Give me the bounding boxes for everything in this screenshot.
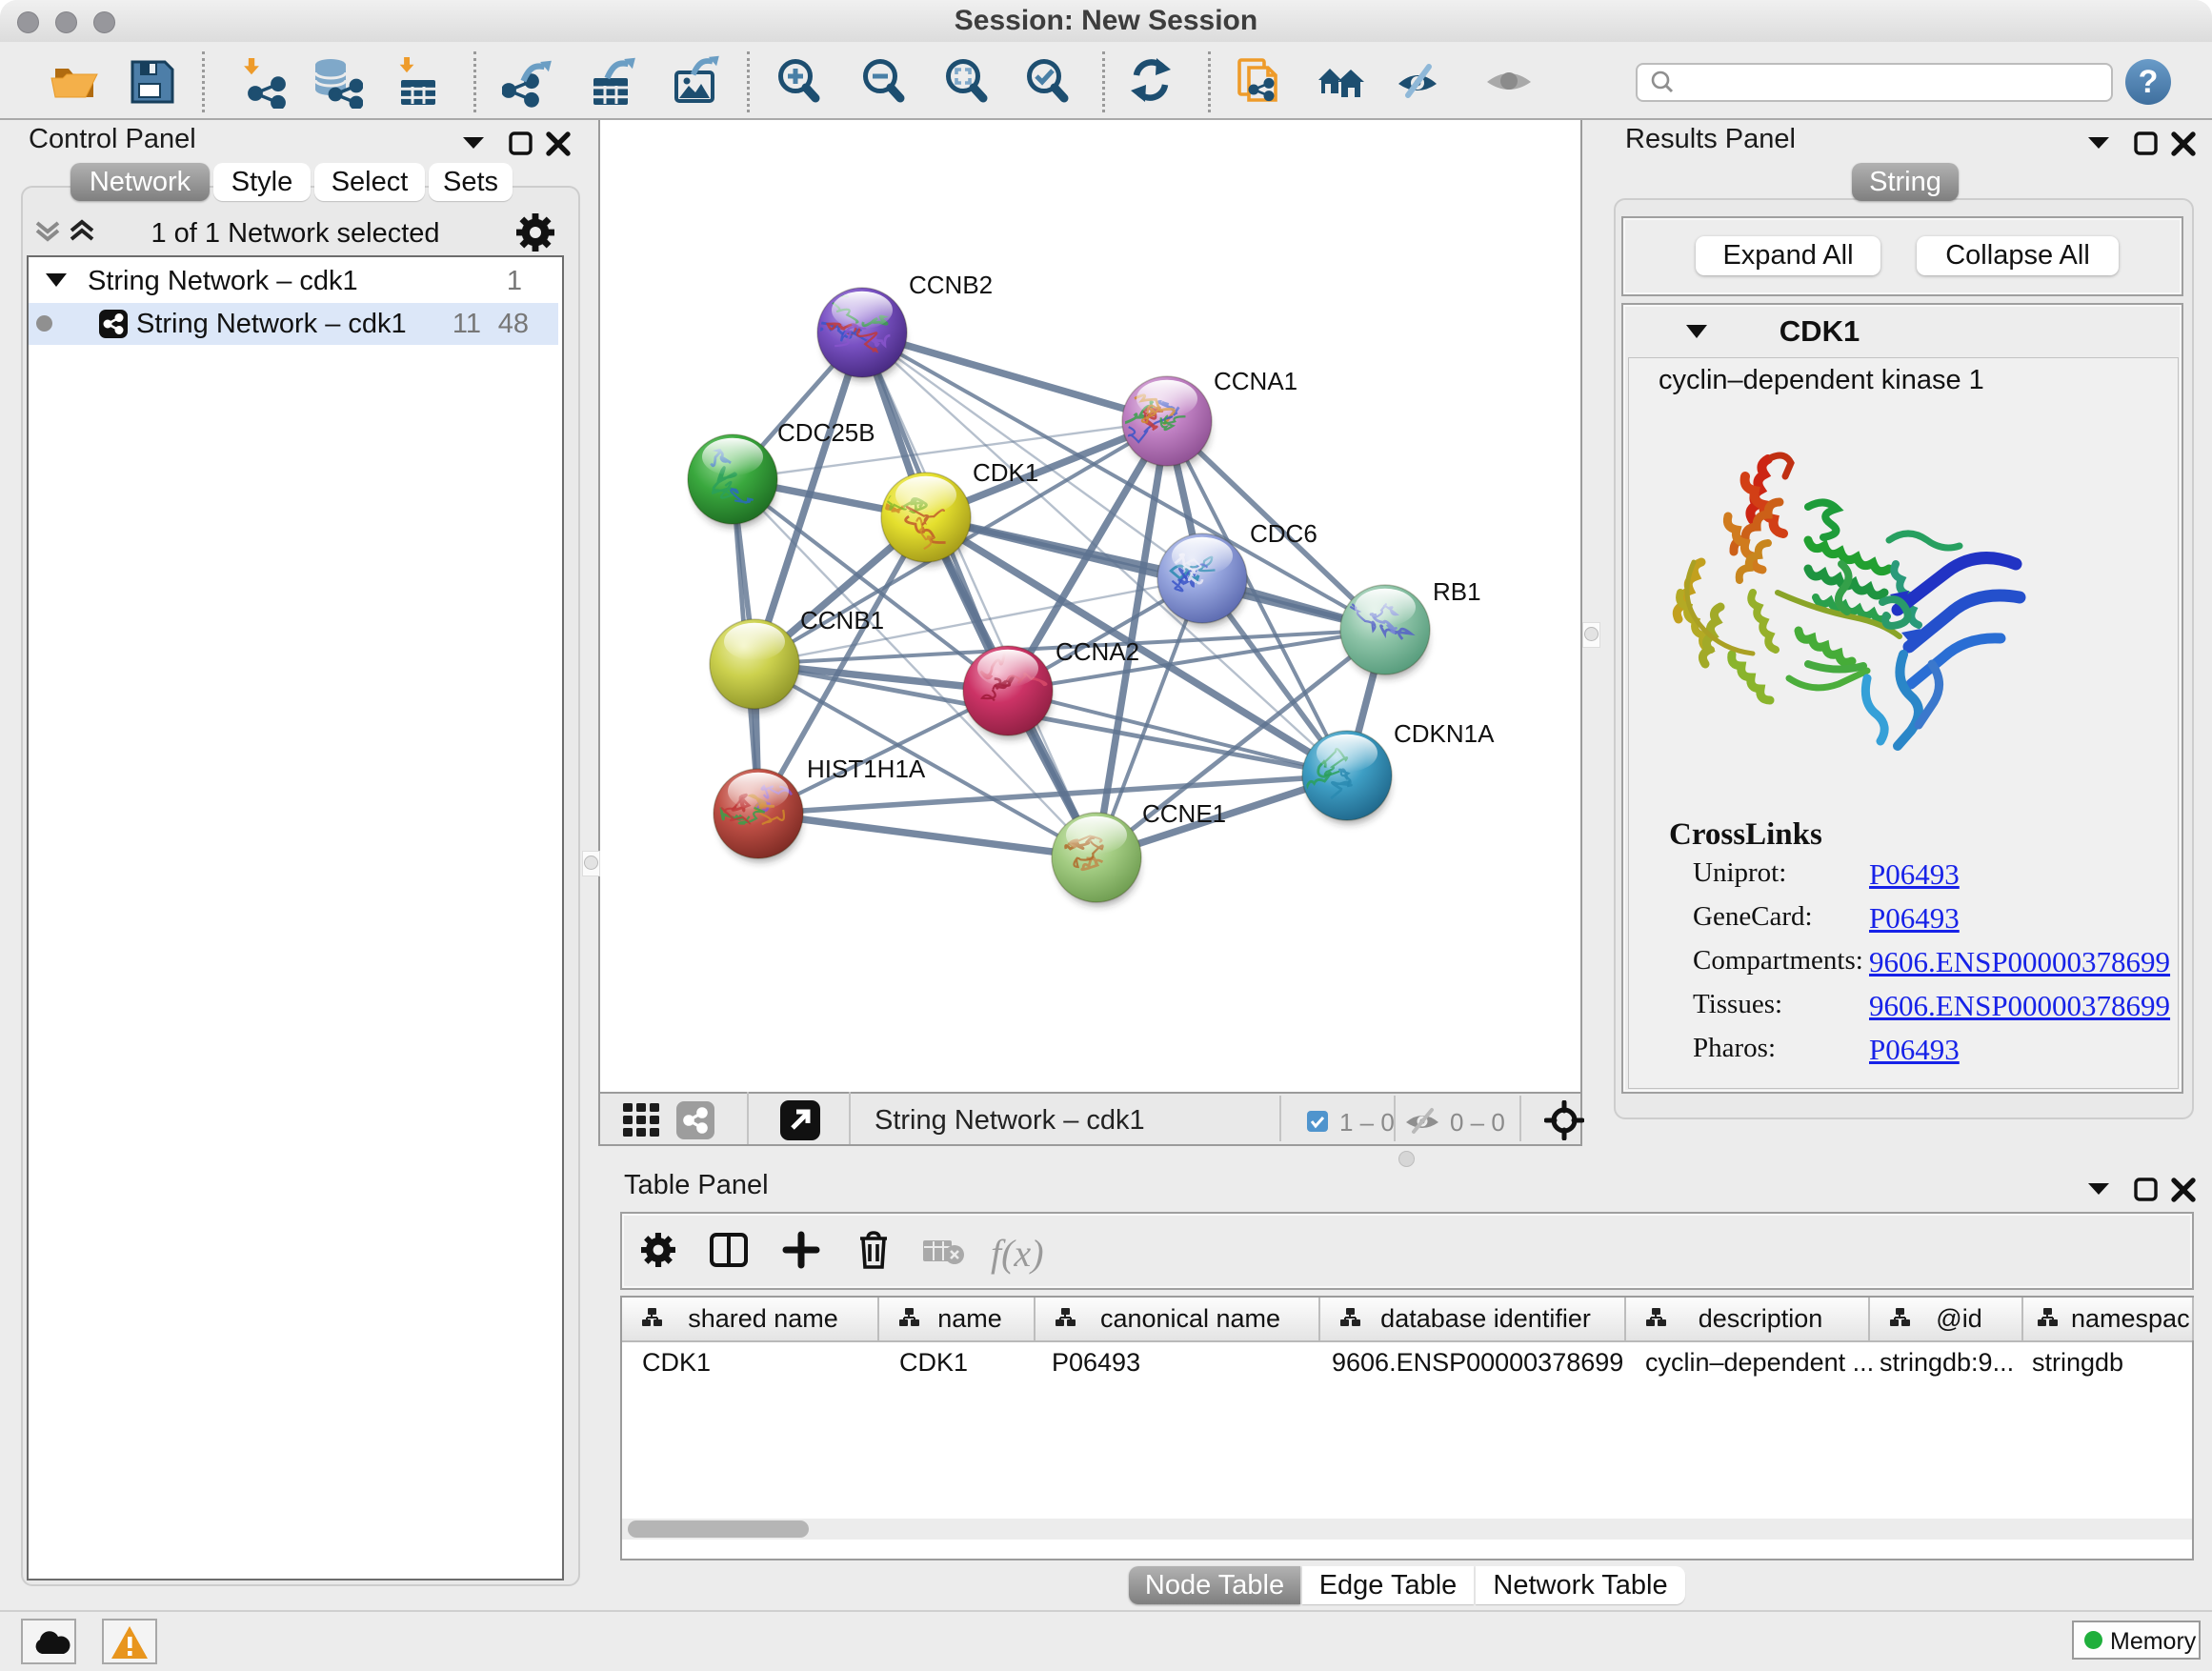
- svg-text:HIST1H1A: HIST1H1A: [807, 755, 926, 783]
- svg-text:CCNE1: CCNE1: [1142, 799, 1226, 828]
- svg-text:CCNA2: CCNA2: [1056, 637, 1139, 666]
- svg-text:CCNA1: CCNA1: [1214, 367, 1297, 395]
- svg-text:CDKN1A: CDKN1A: [1394, 719, 1495, 748]
- svg-text:CCNB2: CCNB2: [909, 271, 993, 299]
- svg-text:CDK1: CDK1: [973, 458, 1038, 487]
- svg-text:CDC6: CDC6: [1250, 519, 1317, 548]
- svg-text:CDC25B: CDC25B: [777, 418, 875, 447]
- svg-text:RB1: RB1: [1433, 577, 1481, 606]
- svg-text:CCNB1: CCNB1: [800, 606, 884, 634]
